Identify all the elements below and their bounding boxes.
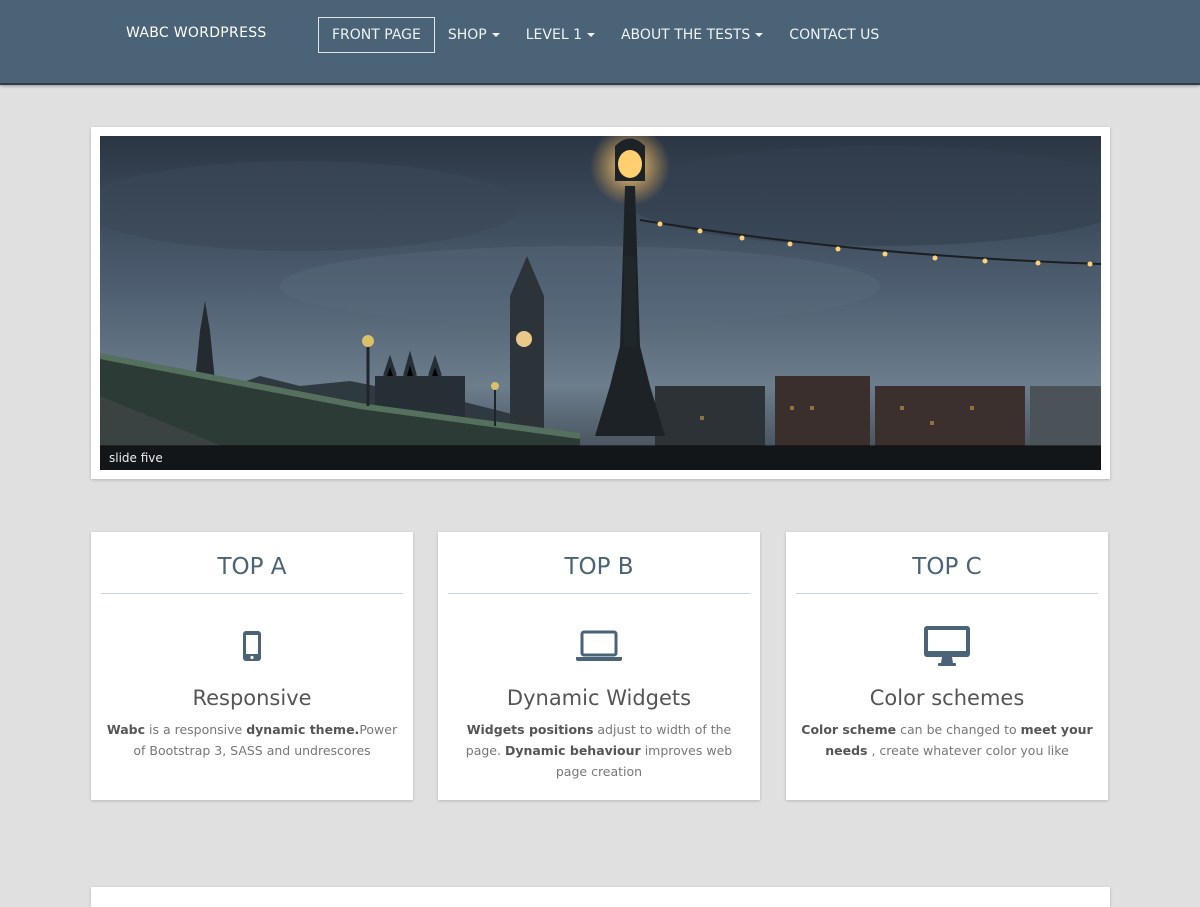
caret-down-icon — [492, 33, 500, 37]
laptop-icon — [438, 626, 760, 666]
card-description: Color scheme can be changed to meet your… — [800, 719, 1094, 761]
card-description: Widgets positions adjust to width of the… — [452, 719, 746, 782]
nav-item-shop[interactable]: SHOP — [435, 18, 513, 52]
emphasis-text: Dynamic behaviour — [505, 743, 641, 758]
nav-item-label: LEVEL 1 — [526, 27, 582, 43]
caret-down-icon — [587, 33, 595, 37]
emphasis-text: Wabc — [107, 722, 145, 737]
site-brand[interactable]: WABC WORDPRESS — [126, 25, 267, 41]
slide-caption-bar: slide five — [100, 445, 1101, 470]
nav-item-label: ABOUT THE TESTS — [621, 27, 750, 43]
emphasis-text: Widgets positions — [467, 722, 594, 737]
london-skyline-image — [100, 136, 1101, 470]
card-title: TOP B — [448, 554, 750, 594]
slide-caption: slide five — [109, 451, 163, 465]
card-heading: Color schemes — [786, 686, 1108, 710]
emphasis-text: Color scheme — [801, 722, 896, 737]
nav-item-contact-us[interactable]: CONTACT US — [776, 18, 892, 52]
image-slider: slide five — [91, 127, 1110, 479]
emphasis-text: dynamic theme. — [246, 722, 359, 737]
nav-item-about-the-tests[interactable]: ABOUT THE TESTS — [608, 18, 776, 52]
tablet-icon — [91, 626, 413, 666]
nav-item-label: FRONT PAGE — [332, 27, 421, 43]
feature-card-top-b: TOP B Dynamic Widgets Widgets positions … — [438, 532, 760, 800]
top-navbar: WABC WORDPRESS FRONT PAGE SHOP LEVEL 1 A… — [0, 0, 1200, 85]
card-title: TOP A — [101, 554, 403, 594]
description-text: is a responsive — [145, 722, 246, 737]
nav-item-front-page[interactable]: FRONT PAGE — [318, 17, 435, 53]
feature-card-top-c: TOP C Color schemes Color scheme can be … — [786, 532, 1108, 800]
nav-item-label: CONTACT US — [789, 27, 879, 43]
main-nav: FRONT PAGE SHOP LEVEL 1 ABOUT THE TESTS … — [318, 17, 892, 53]
card-heading: Responsive — [91, 686, 413, 710]
nav-item-level-1[interactable]: LEVEL 1 — [513, 18, 608, 52]
feature-card-top-a: TOP A Responsive Wabc is a responsive dy… — [91, 532, 413, 800]
description-text: can be changed to — [896, 722, 1020, 737]
nav-item-label: SHOP — [448, 27, 487, 43]
slide-image[interactable]: slide five — [100, 136, 1101, 470]
card-heading: Dynamic Widgets — [438, 686, 760, 710]
content-panel — [91, 887, 1110, 907]
caret-down-icon — [755, 33, 763, 37]
card-description: Wabc is a responsive dynamic theme.Power… — [105, 719, 399, 761]
description-text: , create whatever color you like — [867, 743, 1068, 758]
card-title: TOP C — [796, 554, 1098, 594]
desktop-icon — [786, 626, 1108, 666]
